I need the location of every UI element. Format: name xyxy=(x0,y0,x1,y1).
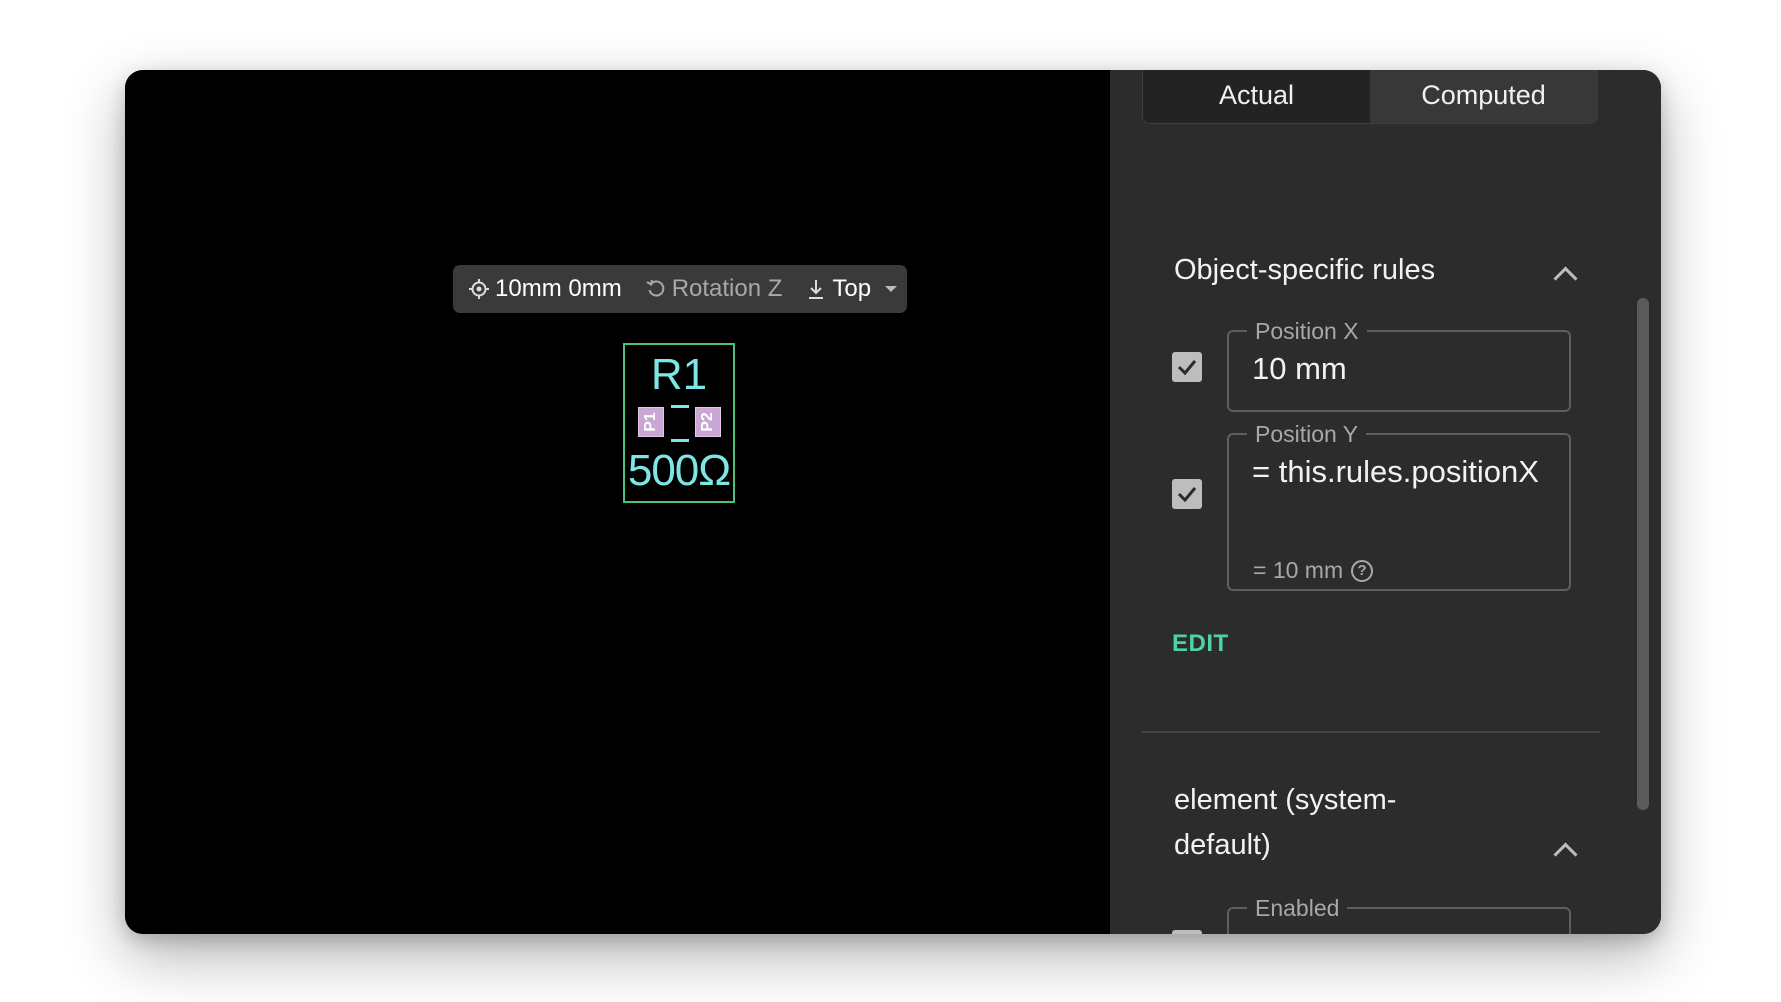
view-tabs: Actual Computed xyxy=(1142,70,1598,124)
enabled-checkbox[interactable] xyxy=(1172,930,1202,934)
section-divider xyxy=(1142,731,1600,733)
properties-panel: Actual Computed Object-specific rules Po… xyxy=(1110,70,1661,934)
position-readout: 10mm 0mm xyxy=(495,275,622,302)
checkmark-icon xyxy=(1177,360,1197,376)
rotation-control[interactable]: Rotation Z xyxy=(644,275,783,303)
object-rules-title: Object-specific rules xyxy=(1174,254,1436,286)
position-control[interactable]: 10mm 0mm xyxy=(467,275,622,303)
rotation-label: Rotation Z xyxy=(671,275,783,302)
silkscreen-line-bottom xyxy=(671,439,689,442)
rotate-icon xyxy=(646,279,665,297)
silkscreen-line-top xyxy=(671,405,689,408)
layer-down-icon xyxy=(809,280,824,299)
crosshair-icon xyxy=(469,279,489,299)
pad-p2[interactable]: P2 xyxy=(695,407,721,437)
position-x-field[interactable]: Position X 10 mm xyxy=(1227,318,1571,412)
pad-p1[interactable]: P1 xyxy=(638,407,664,437)
layer-label: Top xyxy=(832,275,872,302)
chevron-up-icon[interactable] xyxy=(1553,842,1578,867)
object-toolbar: 10mm 0mm Rotation Z Top xyxy=(453,265,907,313)
pad-p1-label: P1 xyxy=(641,412,659,432)
help-icon[interactable]: ? xyxy=(1351,559,1374,582)
app-window: 10mm 0mm Rotation Z Top R1 P1 P2 500Ω Ac… xyxy=(125,70,1661,934)
position-y-value: = this.rules.positionX xyxy=(1252,454,1539,489)
layer-select[interactable]: Top xyxy=(804,275,898,303)
enabled-label: Enabled xyxy=(1247,895,1348,921)
chevron-down-icon xyxy=(885,286,898,292)
enabled-field[interactable]: Enabled xyxy=(1227,895,1571,934)
position-x-checkbox[interactable] xyxy=(1172,352,1202,382)
position-x-label: Position X xyxy=(1247,318,1367,344)
reference-designator: R1 xyxy=(650,350,708,399)
chevron-up-icon[interactable] xyxy=(1553,266,1578,291)
element-rules-title: element (system-default) xyxy=(1174,784,1397,861)
computed-hint-text: = 10 mm xyxy=(1253,557,1344,583)
component-value: 500Ω xyxy=(627,446,731,495)
position-y-label: Position Y xyxy=(1247,421,1367,447)
edit-button[interactable]: EDIT xyxy=(1172,630,1229,658)
tab-computed[interactable]: Computed xyxy=(1370,70,1597,123)
tab-actual[interactable]: Actual xyxy=(1143,70,1370,123)
panel-scrollbar[interactable] xyxy=(1637,298,1649,810)
checkmark-icon xyxy=(1177,487,1197,503)
pcb-canvas[interactable]: 10mm 0mm Rotation Z Top R1 P1 P2 500Ω xyxy=(125,70,1110,934)
position-x-value: 10 mm xyxy=(1252,351,1347,386)
pad-p2-label: P2 xyxy=(698,412,716,432)
resistor-footprint[interactable]: R1 P1 P2 500Ω xyxy=(623,343,735,503)
position-y-checkbox[interactable] xyxy=(1172,479,1202,509)
computed-hint: = 10 mm ? xyxy=(1253,557,1374,584)
